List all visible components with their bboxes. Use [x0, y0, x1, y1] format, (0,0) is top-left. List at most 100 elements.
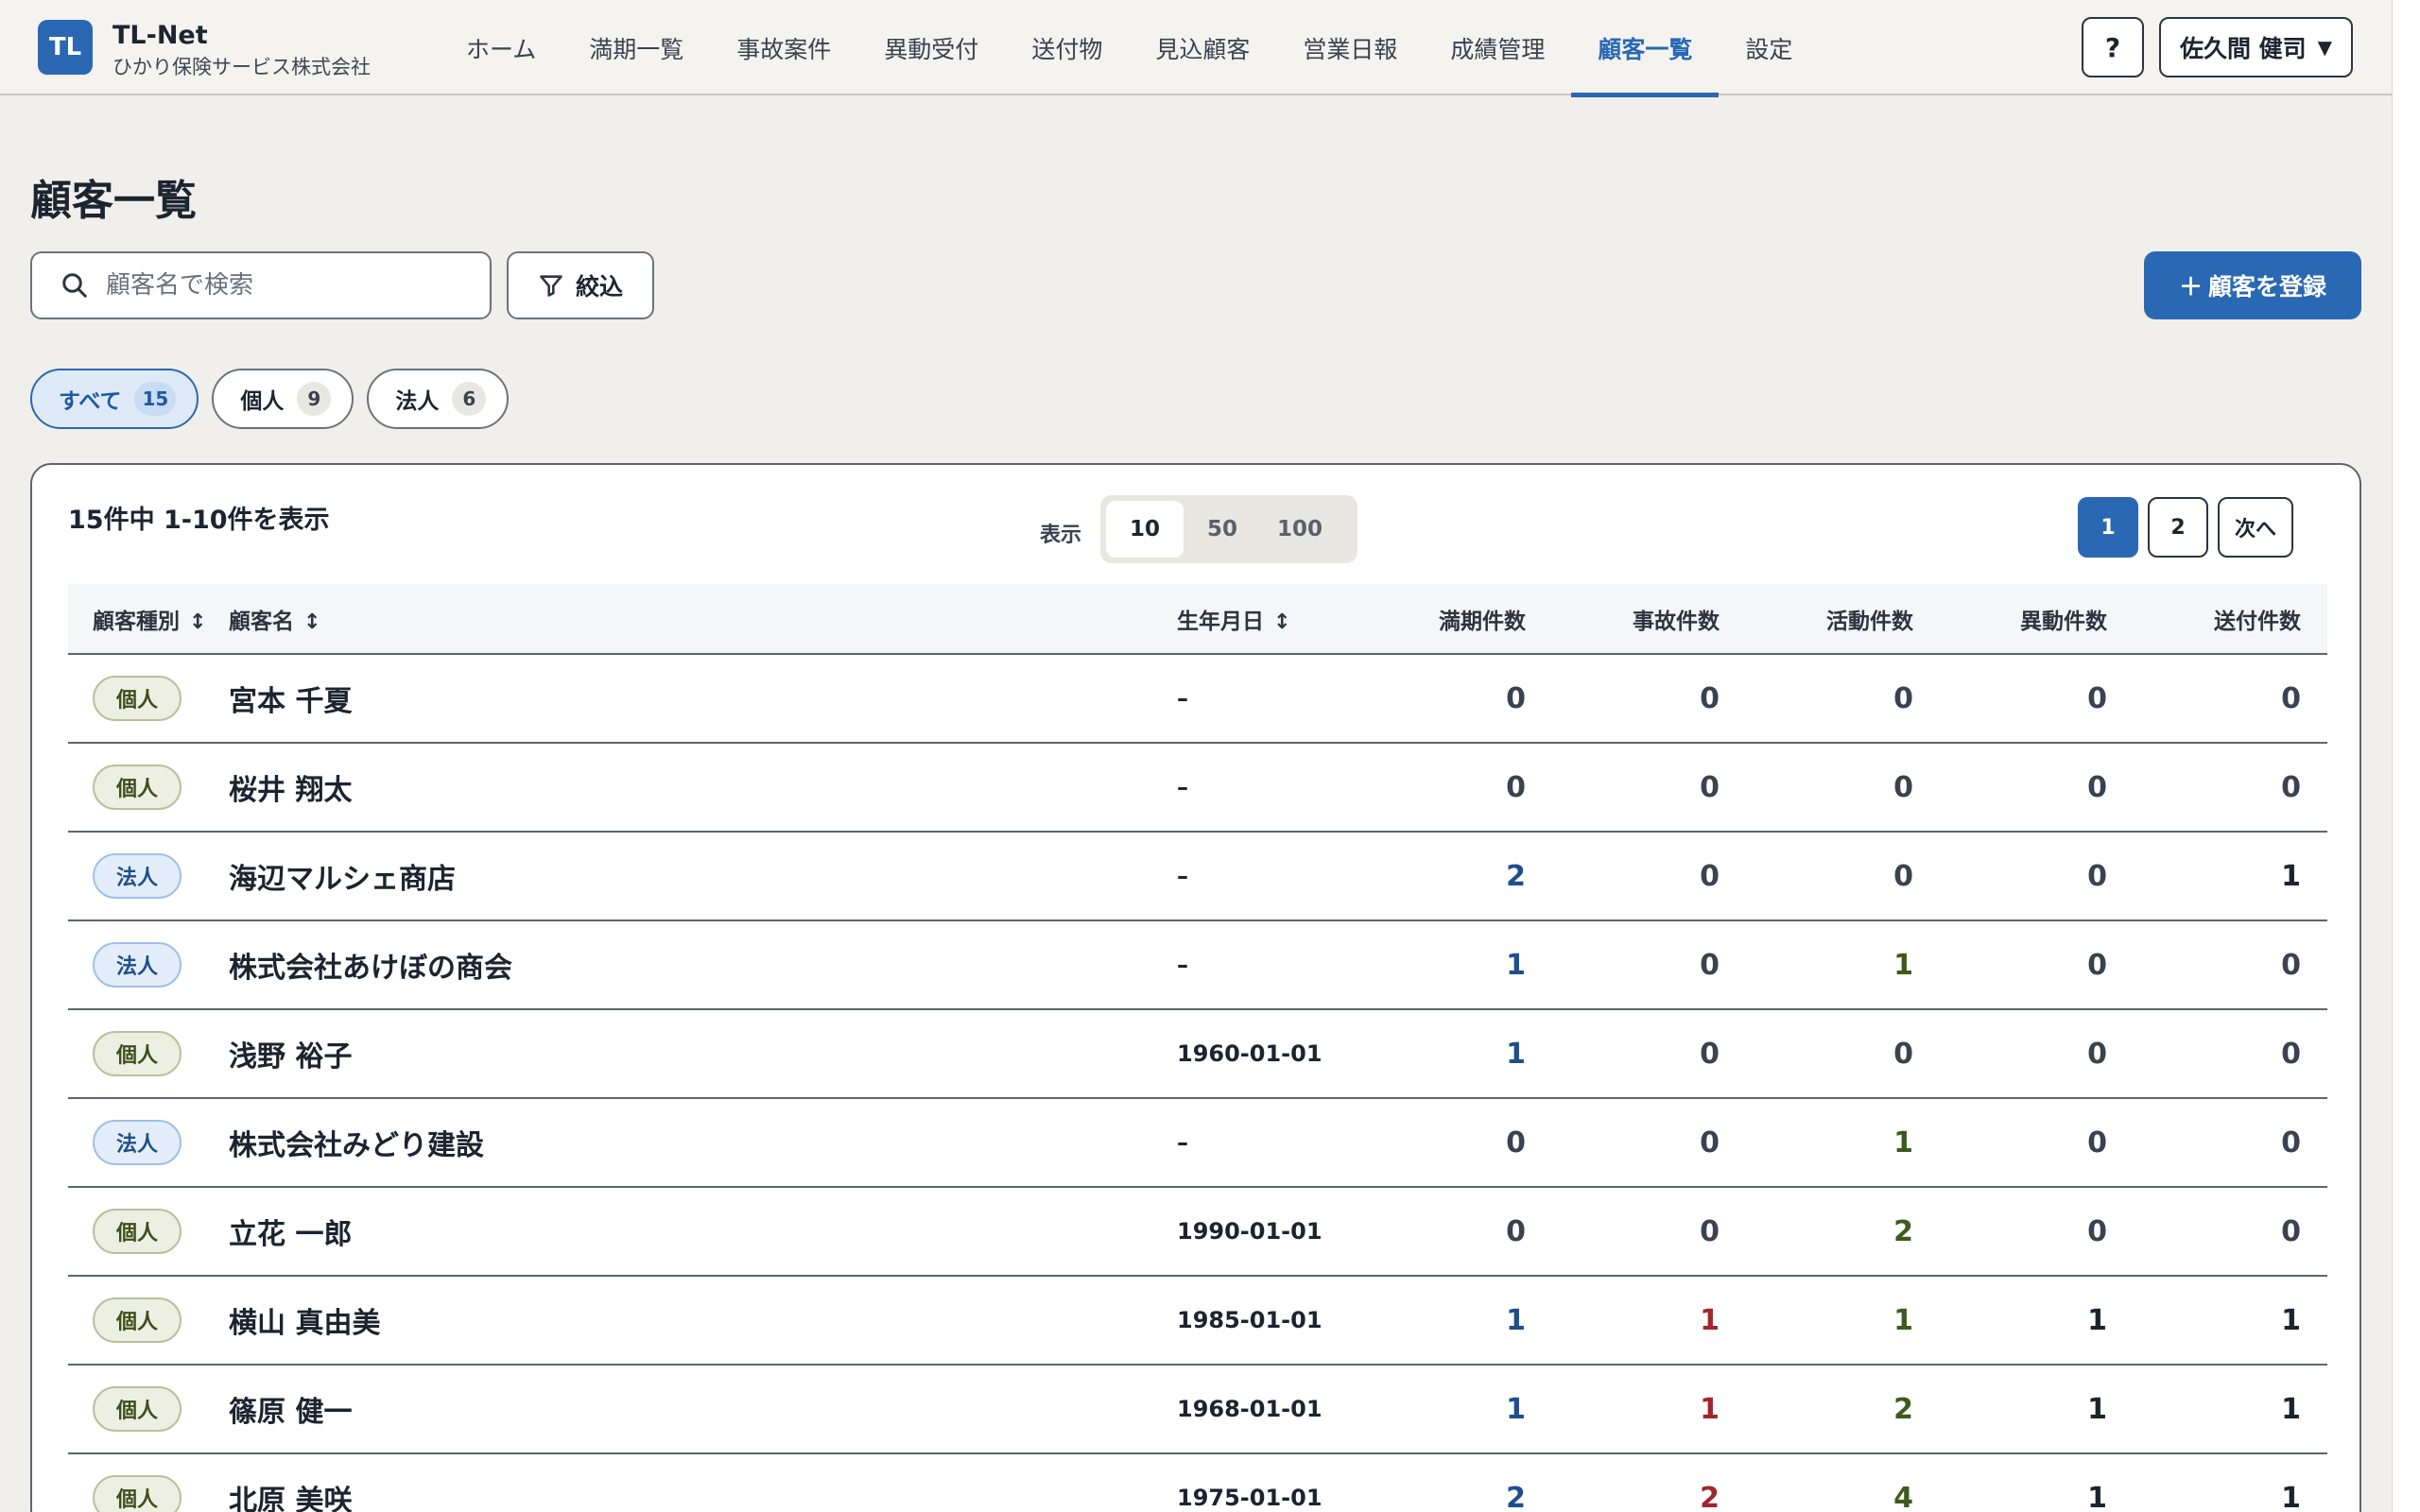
page-button-2[interactable]: 2	[2148, 497, 2208, 558]
cell-transfer-count: 0	[1940, 1009, 2134, 1099]
filter-chip-2[interactable]: 法人 6	[367, 369, 510, 429]
cell-transfer-count: 0	[1940, 832, 2134, 921]
sort-icon[interactable]: ↕	[189, 610, 206, 634]
cell-shipment-count: 0	[2134, 743, 2327, 833]
cell-accident-count: 0	[1552, 743, 1746, 833]
nav-item-7[interactable]: 成績管理	[1424, 0, 1571, 95]
nav-item-8[interactable]: 顧客一覧	[1571, 0, 1720, 97]
cell-transfer-count: 1	[1940, 1453, 2134, 1512]
cell-dob: –	[1177, 920, 1358, 1010]
customer-type-badge: 個人	[93, 1209, 182, 1254]
nav-item-2[interactable]: 事故案件	[710, 0, 857, 95]
customer-name-link[interactable]: 北原 美咲	[229, 1453, 1177, 1512]
cell-maturity-count: 1	[1358, 1276, 1552, 1366]
search-icon	[62, 273, 87, 298]
search-box[interactable]	[30, 251, 492, 319]
table-row[interactable]: 個人 北原 美咲 1975-01-01 2 2 4 1 1	[68, 1453, 2327, 1512]
cell-maturity-count: 2	[1358, 832, 1552, 921]
customer-name-link[interactable]: 篠原 健一	[229, 1365, 1177, 1454]
search-input[interactable]	[106, 271, 465, 300]
table-row[interactable]: 個人 浅野 裕子 1960-01-01 1 0 0 0 0	[68, 1009, 2327, 1099]
nav-item-4[interactable]: 送付物	[1005, 0, 1129, 95]
nav-item-5[interactable]: 見込顧客	[1129, 0, 1276, 95]
cell-activity-count: 1	[1746, 920, 1940, 1010]
cell-type: 個人	[68, 1009, 229, 1099]
column-header-name[interactable]: 顧客名 ↕	[229, 584, 1177, 655]
cell-activity-count: 0	[1746, 832, 1940, 921]
page-title: 顧客一覧	[30, 177, 197, 225]
cell-transfer-count: 0	[1940, 654, 2134, 744]
next-page-button[interactable]: 次へ	[2218, 497, 2294, 558]
customer-table: 顧客種別 ↕ 顧客名 ↕ 生年月日 ↕ 満期件数 事故件数 活動件数 異動件数 送付件…	[68, 584, 2327, 1512]
cell-dob: 1960-01-01	[1177, 1009, 1358, 1099]
customer-table-body: 個人 宮本 千夏 –0 0 0 0 0 個人 桜井 翔太 –0 0 0 0 0 法人 海辺マルシェ商店 –2 0 0…	[68, 654, 2327, 1512]
customer-list-card: 15件中 1-10件を表示 表示 10 50 100 1 2 次へ 顧客種別 ↕ 顧客名 ↕…	[30, 463, 2361, 1512]
nav-item-3[interactable]: 異動受付	[857, 0, 1005, 95]
cell-dob: –	[1177, 654, 1358, 744]
table-row[interactable]: 個人 宮本 千夏 –0 0 0 0 0	[68, 654, 2327, 744]
customer-name-link[interactable]: 横山 真由美	[229, 1276, 1177, 1366]
per-page-option-100[interactable]: 100	[1261, 501, 1339, 558]
user-menu-button[interactable]: 佐久間 健司 ▼	[2159, 17, 2353, 77]
chip-count-badge: 9	[297, 382, 332, 416]
cell-dob: –	[1177, 832, 1358, 921]
filter-chip-0[interactable]: すべて 15	[30, 369, 199, 429]
nav-item-0[interactable]: ホーム	[440, 0, 562, 95]
cell-shipment-count: 0	[2134, 1009, 2327, 1099]
customer-type-badge: 個人	[93, 765, 182, 810]
filter-button[interactable]: 絞込	[507, 251, 654, 319]
cell-dob: –	[1177, 1098, 1358, 1188]
customer-name-link[interactable]: 海辺マルシェ商店	[229, 832, 1177, 921]
column-header-maturity: 満期件数	[1358, 584, 1552, 655]
company-name: ひかり保険サービス株式会社	[112, 56, 371, 78]
nav-item-9[interactable]: 設定	[1719, 0, 1819, 95]
cell-transfer-count: 1	[1940, 1276, 2134, 1366]
sort-icon[interactable]: ↕	[303, 610, 320, 634]
cell-shipment-count: 0	[2134, 920, 2327, 1010]
column-header-dob[interactable]: 生年月日 ↕	[1177, 584, 1358, 655]
cell-type: 個人	[68, 1365, 229, 1454]
customer-name-link[interactable]: 株式会社あけぼの商会	[229, 920, 1177, 1010]
cell-transfer-count: 0	[1940, 920, 2134, 1010]
table-row[interactable]: 個人 篠原 健一 1968-01-01 1 1 2 1 1	[68, 1365, 2327, 1454]
table-row[interactable]: 個人 桜井 翔太 –0 0 0 0 0	[68, 743, 2327, 833]
table-row[interactable]: 個人 立花 一郎 1990-01-01 0 0 2 0 0	[68, 1187, 2327, 1277]
cell-maturity-count: 1	[1358, 1009, 1552, 1099]
cell-dob: 1990-01-01	[1177, 1187, 1358, 1277]
sort-icon[interactable]: ↕	[1273, 610, 1290, 634]
customer-name-link[interactable]: 株式会社みどり建設	[229, 1098, 1177, 1188]
column-header-activity: 活動件数	[1746, 584, 1940, 655]
column-header-transfer: 異動件数	[1940, 584, 2134, 655]
customer-name-link[interactable]: 宮本 千夏	[229, 654, 1177, 744]
table-row[interactable]: 個人 横山 真由美 1985-01-01 1 1 1 1 1	[68, 1276, 2327, 1366]
help-button[interactable]: ?	[2082, 17, 2144, 77]
app-logo[interactable]: TL	[38, 20, 93, 75]
per-page-option-10[interactable]: 10	[1106, 501, 1184, 558]
chip-count-badge: 6	[452, 382, 487, 416]
column-header-accident: 事故件数	[1552, 584, 1746, 655]
caret-down-icon: ▼	[2317, 36, 2333, 59]
cell-dob: 1975-01-01	[1177, 1453, 1358, 1512]
table-row[interactable]: 法人 株式会社あけぼの商会 –1 0 1 0 0	[68, 920, 2327, 1010]
cell-activity-count: 0	[1746, 743, 1940, 833]
customer-type-badge: 個人	[93, 1475, 182, 1512]
table-row[interactable]: 法人 海辺マルシェ商店 –2 0 0 0 1	[68, 832, 2327, 921]
cell-accident-count: 0	[1552, 1187, 1746, 1277]
cell-shipment-count: 0	[2134, 1187, 2327, 1277]
top-navigation-bar: TL TL-Net ひかり保険サービス株式会社 ホーム 満期一覧 事故案件 異動受付送…	[0, 0, 2392, 97]
per-page-option-50[interactable]: 50	[1184, 501, 1261, 558]
register-customer-button[interactable]: ＋ 顧客を登録	[2144, 251, 2361, 319]
customer-type-badge: 個人	[93, 1386, 182, 1432]
table-row[interactable]: 法人 株式会社みどり建設 –0 0 1 0 0	[68, 1098, 2327, 1188]
cell-transfer-count: 0	[1940, 1098, 2134, 1188]
page-button-1[interactable]: 1	[2078, 497, 2138, 558]
cell-maturity-count: 1	[1358, 920, 1552, 1010]
column-header-type[interactable]: 顧客種別 ↕	[68, 584, 229, 655]
filter-chip-1[interactable]: 個人 9	[212, 369, 354, 429]
customer-name-link[interactable]: 浅野 裕子	[229, 1009, 1177, 1099]
nav-item-6[interactable]: 営業日報	[1276, 0, 1424, 95]
nav-item-1[interactable]: 満期一覧	[562, 0, 710, 95]
cell-transfer-count: 0	[1940, 743, 2134, 833]
customer-name-link[interactable]: 立花 一郎	[229, 1187, 1177, 1277]
customer-name-link[interactable]: 桜井 翔太	[229, 743, 1177, 833]
